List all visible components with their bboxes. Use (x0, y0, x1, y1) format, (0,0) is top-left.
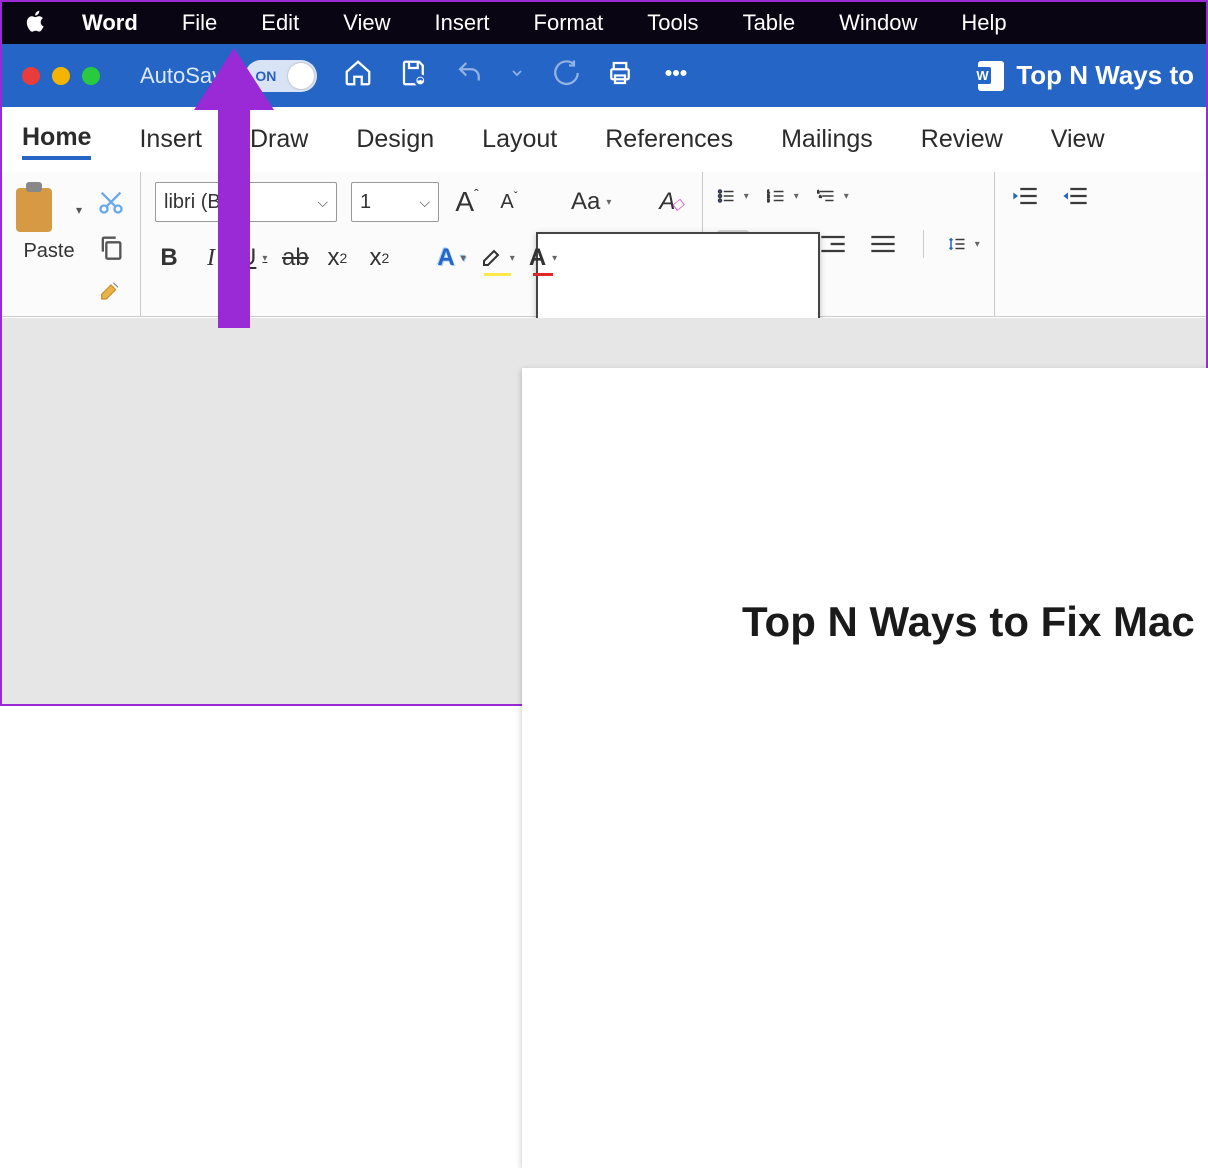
ribbon-home: ▾ Paste libri (Bo… ⌵ 1 ⌵ Aˆ Aˇ Aa A◇ (2, 172, 1206, 317)
redo-icon[interactable] (549, 58, 579, 93)
undo-icon[interactable] (455, 58, 485, 93)
home-icon[interactable] (343, 58, 373, 93)
print-icon[interactable] (605, 58, 635, 93)
numbering-button[interactable]: 123 (767, 182, 799, 210)
document-page[interactable]: Top N Ways to Fix Mac (522, 368, 1208, 1168)
mac-menu-table[interactable]: Table (721, 10, 818, 36)
svg-text:1: 1 (817, 190, 819, 194)
font-family-combo[interactable]: libri (Bo… ⌵ (155, 182, 337, 222)
bullets-button[interactable] (717, 182, 749, 210)
tab-references[interactable]: References (605, 121, 733, 158)
line-spacing-button[interactable] (948, 230, 980, 258)
mac-menu-view[interactable]: View (321, 10, 412, 36)
toggle-knob-icon (288, 63, 314, 89)
autosave-toggle-state: ON (255, 68, 276, 84)
more-icon[interactable] (661, 58, 691, 93)
font-size-value: 1 (360, 191, 371, 214)
mac-menu-insert[interactable]: Insert (412, 10, 511, 36)
cut-icon[interactable] (96, 187, 126, 217)
subscript-button[interactable]: x2 (323, 242, 351, 274)
superscript-button[interactable]: x2 (365, 242, 393, 274)
autosave-toggle[interactable]: ON (245, 60, 317, 92)
multilevel-list-button[interactable]: 1a (817, 182, 849, 210)
paste-button[interactable]: Paste (23, 240, 74, 263)
tab-design[interactable]: Design (356, 121, 434, 158)
align-right-button[interactable] (817, 230, 849, 258)
svg-text:a: a (819, 195, 822, 199)
tab-insert[interactable]: Insert (139, 121, 202, 158)
window-title-bar: AutoSave ON W Top N Ways to (2, 44, 1206, 107)
shrink-font-button[interactable]: Aˇ (495, 186, 523, 218)
mac-menu-bar: Word File Edit View Insert Format Tools … (2, 2, 1206, 44)
svg-text:3: 3 (767, 198, 770, 203)
clipboard-group: ▾ Paste (2, 172, 141, 316)
font-family-value: libri (Bo… (164, 191, 252, 214)
decrease-indent-button[interactable] (1009, 182, 1041, 210)
undo-dropdown-icon[interactable] (511, 58, 523, 93)
justify-button[interactable] (867, 230, 899, 258)
font-color-button[interactable]: A (529, 242, 557, 274)
highlight-color-button[interactable] (480, 242, 515, 274)
strikethrough-button[interactable]: ab (281, 242, 309, 274)
separator (923, 230, 924, 258)
document-canvas[interactable]: Top N Ways to Fix Mac (2, 318, 1206, 704)
grow-font-button[interactable]: Aˆ (453, 186, 481, 218)
window-zoom-button[interactable] (82, 67, 100, 85)
mac-menu-window[interactable]: Window (817, 10, 939, 36)
tab-home[interactable]: Home (22, 119, 91, 160)
tab-view[interactable]: View (1051, 121, 1105, 158)
font-size-combo[interactable]: 1 ⌵ (351, 182, 439, 222)
autosave-label: AutoSave (140, 63, 235, 89)
indent-group (995, 172, 1105, 316)
mac-menu-format[interactable]: Format (512, 10, 626, 36)
window-traffic-lights (22, 67, 100, 85)
tab-review[interactable]: Review (921, 121, 1003, 158)
format-painter-icon[interactable] (96, 277, 126, 307)
copy-icon[interactable] (96, 232, 126, 262)
italic-button[interactable]: I (197, 242, 225, 274)
paste-dropdown-icon[interactable]: ▾ (76, 203, 82, 217)
word-document-icon: W (978, 61, 1004, 91)
mac-menu-tools[interactable]: Tools (625, 10, 720, 36)
apple-logo-icon[interactable] (12, 9, 60, 38)
change-case-button[interactable]: Aa (571, 186, 611, 218)
increase-indent-button[interactable] (1059, 182, 1091, 210)
clear-formatting-button[interactable]: A◇ (659, 186, 687, 218)
document-title-area: W Top N Ways to (978, 60, 1194, 91)
chevron-down-icon: ⌵ (309, 194, 328, 211)
quick-access-toolbar (343, 58, 691, 93)
mac-menu-help[interactable]: Help (939, 10, 1028, 36)
tab-mailings[interactable]: Mailings (781, 121, 873, 158)
chevron-down-icon: ⌵ (411, 194, 430, 211)
tab-draw[interactable]: Draw (250, 121, 308, 158)
bold-button[interactable]: B (155, 242, 183, 274)
window-minimize-button[interactable] (52, 67, 70, 85)
document-title: Top N Ways to (1016, 60, 1194, 91)
ribbon-tab-strip: Home Insert Draw Design Layout Reference… (2, 107, 1206, 172)
underline-button[interactable]: U (239, 242, 267, 274)
window-close-button[interactable] (22, 67, 40, 85)
document-heading: Top N Ways to Fix Mac (742, 598, 1208, 646)
text-effects-button[interactable]: A (437, 242, 465, 274)
tab-layout[interactable]: Layout (482, 121, 557, 158)
paste-icon[interactable] (16, 182, 72, 238)
mac-menu-edit[interactable]: Edit (239, 10, 321, 36)
mac-menu-file[interactable]: File (160, 10, 239, 36)
mac-menu-word[interactable]: Word (60, 10, 160, 36)
save-sync-icon[interactable] (399, 58, 429, 93)
